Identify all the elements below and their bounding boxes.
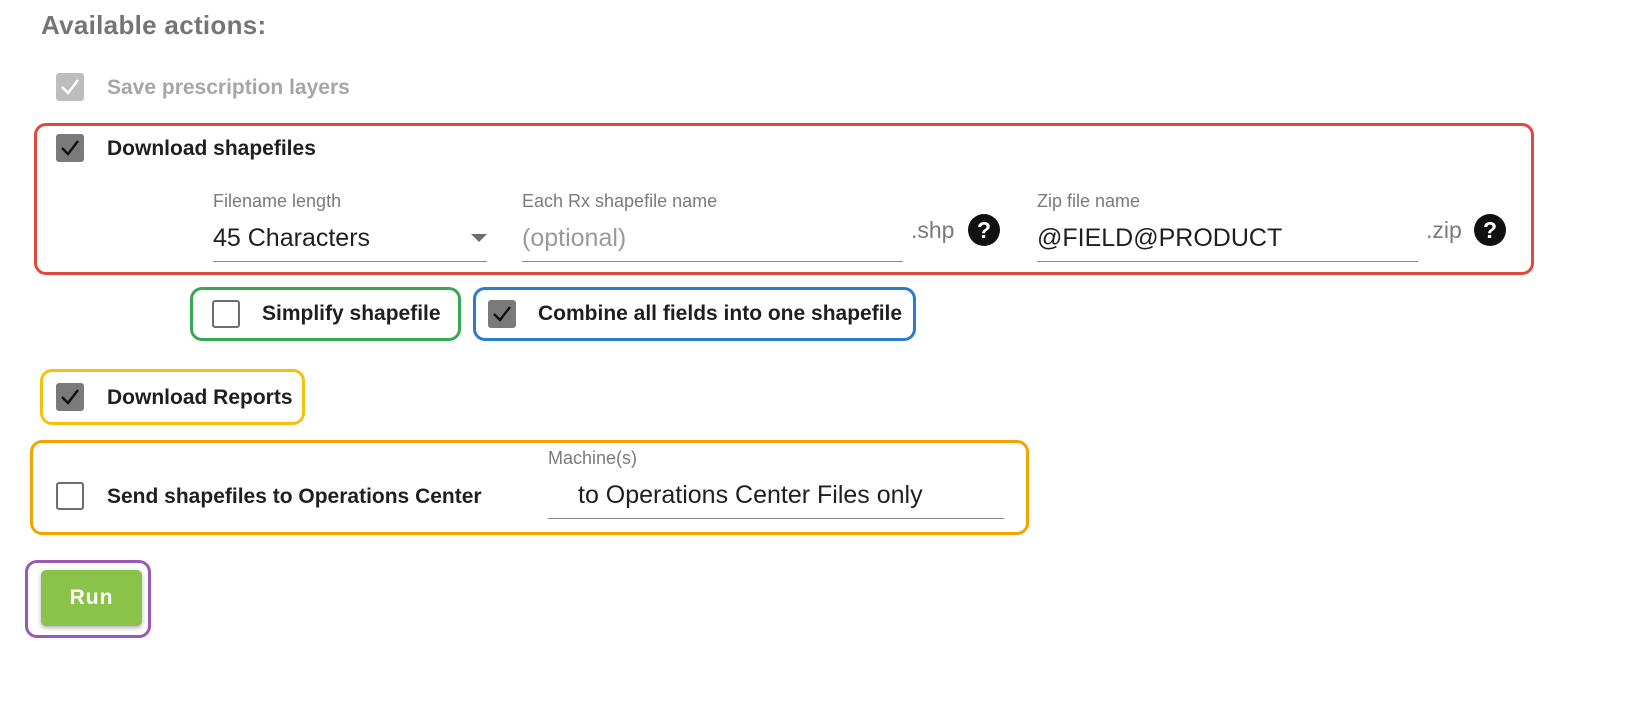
- zip-file-name-label: Zip file name: [1037, 191, 1141, 211]
- rx-shapefile-name-label: Each Rx shapefile name: [522, 191, 718, 211]
- zip-suffix: .zip: [1426, 217, 1462, 243]
- combine-fields-checkbox[interactable]: [488, 300, 516, 328]
- download-reports-checkbox[interactable]: [56, 383, 84, 411]
- zip-file-name-field[interactable]: @FIELD@PRODUCT: [1037, 224, 1418, 262]
- send-ops-label: Send shapefiles to Operations Center: [107, 485, 482, 508]
- checkmark-icon: [61, 79, 79, 95]
- send-ops-checkbox[interactable]: [56, 482, 84, 510]
- machines-select[interactable]: to Operations Center Files only: [548, 481, 1004, 519]
- zip-file-name-value: @FIELD@PRODUCT: [1037, 224, 1283, 252]
- help-icon[interactable]: ?: [1474, 214, 1506, 246]
- filename-length-value: 45 Characters: [213, 224, 371, 252]
- combine-fields-label: Combine all fields into one shapefile: [538, 302, 903, 325]
- filename-length-select[interactable]: 45 Characters: [213, 224, 487, 262]
- download-shapefiles-checkbox[interactable]: [56, 134, 84, 162]
- filename-length-label: Filename length: [213, 191, 342, 211]
- save-layers-checkbox[interactable]: [56, 73, 84, 101]
- machines-value: to Operations Center Files only: [578, 481, 923, 509]
- simplify-shapefile-label: Simplify shapefile: [262, 302, 441, 325]
- shp-suffix: .shp: [911, 217, 955, 243]
- rx-shapefile-name-input[interactable]: [522, 224, 903, 253]
- dropdown-arrow-icon: [471, 234, 487, 242]
- run-button[interactable]: Run: [41, 570, 142, 626]
- simplify-shapefile-checkbox[interactable]: [212, 300, 240, 328]
- checkmark-icon: [61, 140, 79, 156]
- checkmark-icon: [493, 306, 511, 322]
- save-layers-label: Save prescription layers: [107, 76, 350, 99]
- rx-shapefile-name-field[interactable]: [522, 224, 903, 262]
- download-shapefiles-label: Download shapefiles: [107, 137, 316, 160]
- checkmark-icon: [61, 389, 79, 405]
- download-reports-label: Download Reports: [107, 386, 293, 409]
- machines-label: Machine(s): [548, 448, 638, 468]
- available-actions-heading: Available actions:: [41, 10, 267, 40]
- help-icon[interactable]: ?: [968, 214, 1000, 246]
